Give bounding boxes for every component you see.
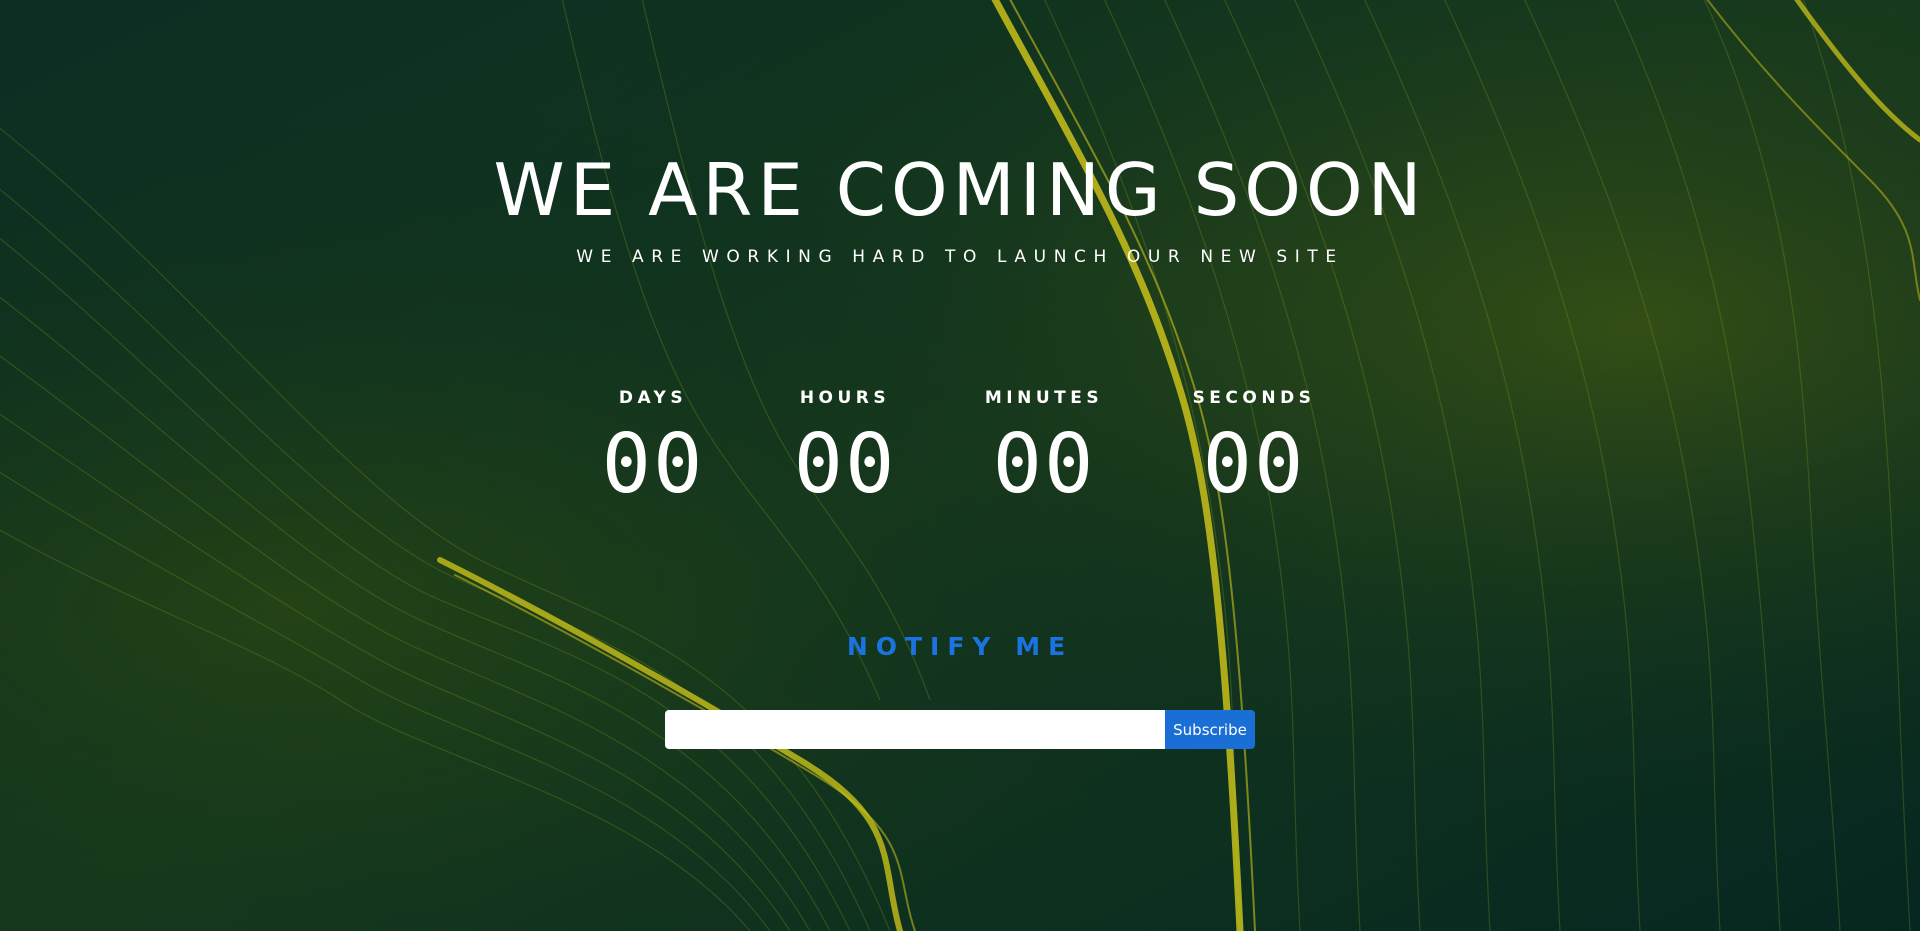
coming-soon-page: WE ARE COMING SOON WE ARE WORKING HARD T… [0,0,1920,931]
hours-value: 00 [793,417,897,512]
subscribe-button[interactable]: Subscribe [1165,710,1255,749]
countdown-timer: DAYS 00 HOURS 00 MINUTES 00 SECONDS 00 [0,388,1920,508]
main-content: WE ARE COMING SOON WE ARE WORKING HARD T… [0,0,1920,931]
minutes-value: 00 [992,417,1096,512]
subscribe-form: Subscribe [665,710,1255,749]
countdown-days: DAYS 00 [553,388,753,506]
seconds-label: SECONDS [1192,388,1316,408]
countdown-hours: HOURS 00 [745,388,945,506]
days-label: DAYS [618,388,688,408]
notify-heading: NOTIFY ME [846,632,1074,661]
page-title: WE ARE COMING SOON [493,148,1427,232]
hours-label: HOURS [799,388,891,408]
days-value: 00 [601,417,705,512]
email-field[interactable] [665,710,1165,749]
countdown-seconds: SECONDS 00 [1154,388,1354,506]
page-subtitle: WE ARE WORKING HARD TO LAUNCH OUR NEW SI… [576,247,1344,267]
minutes-label: MINUTES [984,388,1104,408]
seconds-value: 00 [1202,417,1306,512]
countdown-minutes: MINUTES 00 [944,388,1144,506]
